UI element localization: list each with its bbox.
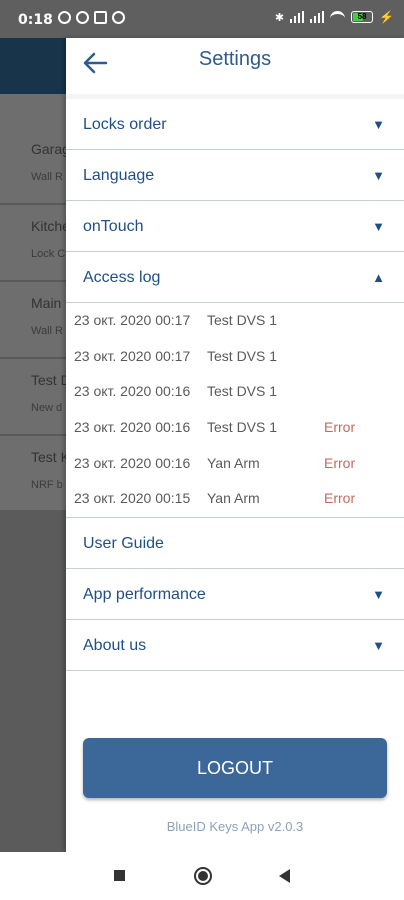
system-icons: ✱ 58 ⚡	[275, 10, 394, 24]
log-status: Error	[324, 454, 356, 471]
wifi-icon	[330, 11, 346, 23]
status-time: 0:18	[18, 12, 53, 28]
menu-item-user-guide[interactable]: User Guide	[66, 518, 404, 570]
background-item-subtitle: New d	[31, 402, 63, 414]
menu-item-label: User Guide	[83, 535, 164, 553]
log-entry: 23 окт. 2020 00:15 Yan Arm Error	[66, 481, 404, 517]
background-item-title: Test D	[31, 372, 66, 388]
bluetooth-icon: ✱	[274, 11, 285, 24]
signal-icon	[310, 11, 325, 23]
notification-icon	[58, 11, 71, 24]
log-date: 23 окт. 2020 00:17	[74, 312, 191, 328]
log-date: 23 окт. 2020 00:15	[74, 490, 191, 507]
background-empty-area	[0, 510, 66, 852]
menu-item-label: Locks order	[83, 116, 167, 133]
menu-item-label: onTouch	[83, 218, 144, 235]
background-item-title: Kitchen	[31, 218, 66, 234]
background-item-title: Test K	[31, 449, 66, 465]
background-item-title: Main	[31, 295, 62, 311]
notification-icon	[94, 11, 107, 24]
battery-level: 58	[357, 12, 367, 21]
chevron-down-icon: ▼	[372, 638, 385, 654]
log-device: Yan Arm	[207, 490, 260, 507]
menu-item-label: Access log	[83, 269, 161, 286]
menu-item-app-performance[interactable]: App performance ▼	[66, 569, 404, 621]
log-date: 23 окт. 2020 00:16	[74, 419, 191, 436]
navigation-bar	[0, 852, 404, 900]
log-entry: 23 окт. 2020 00:16 Test DVS 1	[66, 374, 404, 410]
chevron-down-icon: ▼	[372, 219, 385, 234]
log-date: 23 окт. 2020 00:16	[74, 383, 191, 400]
log-entry: 23 окт. 2020 00:16 Test DVS 1 Error	[66, 410, 404, 446]
background-item-subtitle: Lock C	[31, 248, 66, 260]
background-app: Garage Wall R Kitchen Lock C Main Wall R…	[0, 38, 66, 852]
chevron-up-icon: ▲	[372, 270, 385, 285]
access-log-list: 23 окт. 2020 00:17 Test DVS 1 23 окт. 20…	[66, 303, 404, 519]
settings-drawer: Settings Locks order ▼ Language ▼ onTouc…	[66, 38, 404, 852]
log-entry: 23 окт. 2020 00:16 Yan Arm Error	[66, 446, 404, 482]
background-item-subtitle: NRF b	[31, 479, 63, 491]
background-list-item: Test D New d	[0, 358, 66, 436]
log-device: Test DVS 1	[207, 312, 278, 328]
home-button[interactable]	[194, 867, 212, 885]
background-item-title: Garage	[31, 141, 66, 157]
log-entry: 23 окт. 2020 00:17 Test DVS 1	[66, 303, 404, 339]
notification-icon	[112, 11, 125, 24]
background-list-item: Garage Wall R	[0, 127, 66, 205]
log-date: 23 окт. 2020 00:17	[74, 347, 191, 364]
chevron-down-icon: ▼	[372, 587, 385, 603]
background-header	[0, 38, 66, 94]
log-date: 23 окт. 2020 00:16	[74, 454, 191, 471]
log-device: Yan Arm	[207, 454, 260, 471]
charging-icon: ⚡	[379, 10, 394, 24]
log-device: Test DVS 1	[207, 419, 278, 436]
recent-apps-button[interactable]	[114, 870, 125, 881]
log-status: Error	[324, 419, 356, 436]
menu-item-label: App performance	[83, 586, 206, 604]
background-list-item: Kitchen Lock C	[0, 204, 66, 282]
logout-button[interactable]: LOGOUT	[83, 738, 387, 798]
battery-icon: 58	[351, 11, 374, 23]
drawer-header: Settings	[66, 38, 404, 94]
log-entry: 23 окт. 2020 00:17 Test DVS 1	[66, 339, 404, 375]
app-version: BlueID Keys App v2.0.3	[166, 819, 304, 834]
system-back-button[interactable]	[279, 869, 290, 883]
menu-item-ontouch[interactable]: onTouch ▼	[66, 201, 404, 252]
log-device: Test DVS 1	[207, 347, 278, 364]
menu-item-label: Language	[83, 167, 155, 184]
notification-icons	[58, 11, 125, 24]
log-device: Test DVS 1	[207, 383, 278, 400]
status-bar: 0:18 ✱ 58 ⚡	[0, 0, 404, 38]
signal-icon	[290, 11, 305, 23]
menu-item-locks-order[interactable]: Locks order ▼	[66, 99, 404, 150]
background-item-subtitle: Wall R	[31, 325, 63, 337]
notification-icon	[76, 11, 89, 24]
log-status: Error	[324, 490, 356, 507]
chevron-down-icon: ▼	[372, 168, 385, 183]
background-list-item: Test K NRF b	[0, 435, 66, 513]
menu-item-label: About us	[83, 637, 147, 655]
menu-item-language[interactable]: Language ▼	[66, 150, 404, 201]
menu-item-access-log[interactable]: Access log ▲	[66, 252, 404, 303]
background-list-item: Main Wall R	[0, 281, 66, 359]
chevron-down-icon: ▼	[372, 117, 385, 132]
menu-item-about-us[interactable]: About us ▼	[66, 620, 404, 672]
page-title: Settings	[198, 48, 272, 70]
background-item-subtitle: Wall R	[31, 171, 63, 183]
